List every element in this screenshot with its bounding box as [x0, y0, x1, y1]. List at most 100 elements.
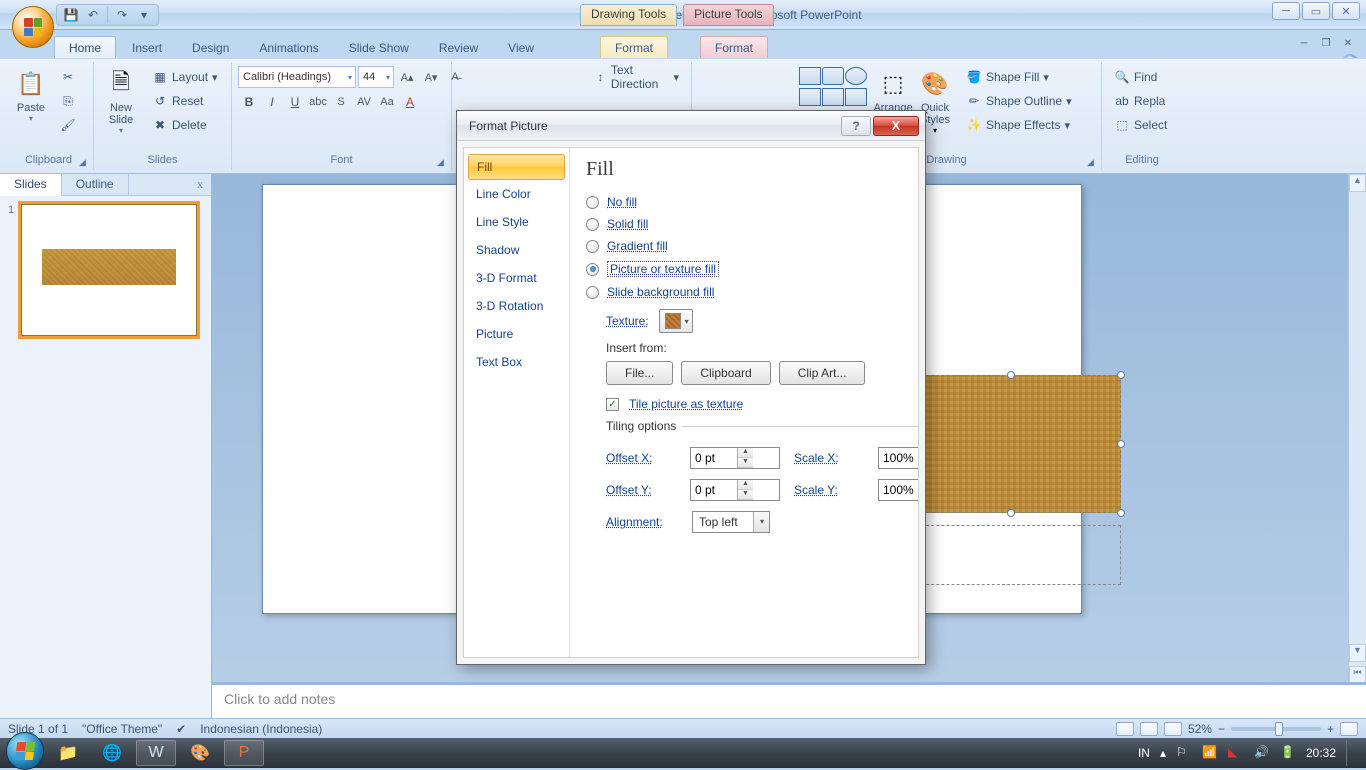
slide-thumbnail-1[interactable] — [21, 204, 197, 336]
nav-picture[interactable]: Picture — [464, 320, 569, 348]
layout-button[interactable]: ▦Layout ▾ — [146, 66, 224, 88]
undo-button[interactable]: ↶ — [83, 6, 103, 24]
insert-file-button[interactable]: File... — [606, 361, 673, 385]
radio-solid-fill[interactable]: Solid fill — [586, 217, 902, 231]
scale-x-input[interactable]: ▲▼ — [878, 447, 918, 469]
replace-button[interactable]: abRepla — [1108, 90, 1173, 112]
save-button[interactable]: 💾 — [61, 6, 81, 24]
zoom-slider[interactable] — [1231, 727, 1321, 731]
office-button[interactable] — [12, 6, 54, 48]
new-slide-button[interactable]: 🗎 New Slide ▾ — [100, 66, 142, 137]
insert-clipboard-button[interactable]: Clipboard — [681, 361, 770, 385]
shadow-button[interactable]: S — [330, 91, 352, 113]
tray-network-icon[interactable]: 📶 — [1202, 745, 1218, 761]
scale-y-input[interactable]: ▲▼ — [878, 479, 918, 501]
font-size-combo[interactable]: 44 — [358, 66, 394, 88]
doc-minimize[interactable]: ─ — [1294, 36, 1314, 50]
status-language[interactable]: Indonesian (Indonesia) — [200, 722, 322, 736]
nav-3d-rotation[interactable]: 3-D Rotation — [464, 292, 569, 320]
drawing-launcher[interactable]: ◢ — [1087, 157, 1099, 169]
fit-to-window[interactable] — [1340, 722, 1358, 736]
tab-design[interactable]: Design — [178, 37, 243, 58]
select-button[interactable]: ⬚Select — [1108, 114, 1173, 136]
shape-fill-button[interactable]: 🪣Shape Fill ▾ — [960, 66, 1078, 88]
taskbar-paint[interactable]: 🎨 — [180, 740, 220, 766]
close-button[interactable]: ✕ — [1332, 2, 1360, 20]
offset-y-input[interactable]: ▲▼ — [690, 479, 780, 501]
redo-button[interactable]: ↷ — [112, 6, 132, 24]
scroll-up[interactable]: ▲ — [1349, 174, 1366, 192]
tab-drawing-format[interactable]: Format — [600, 36, 668, 58]
scroll-down[interactable]: ▼ — [1349, 644, 1366, 662]
texture-picker[interactable] — [659, 309, 693, 333]
tray-clock[interactable]: 20:32 — [1306, 746, 1336, 760]
offset-x-input[interactable]: ▲▼ — [690, 447, 780, 469]
doc-close[interactable]: ✕ — [1338, 36, 1358, 50]
maximize-button[interactable]: ▭ — [1302, 2, 1330, 20]
minimize-button[interactable]: ─ — [1272, 2, 1300, 20]
case-button[interactable]: Aa — [376, 91, 398, 113]
tray-lang[interactable]: IN — [1138, 746, 1150, 760]
sorter-view-button[interactable] — [1140, 722, 1158, 736]
tab-insert[interactable]: Insert — [118, 37, 176, 58]
find-button[interactable]: 🔍Find — [1108, 66, 1173, 88]
outline-tab[interactable]: Outline — [62, 174, 129, 195]
italic-button[interactable]: I — [261, 91, 283, 113]
clipboard-launcher[interactable]: ◢ — [79, 157, 91, 169]
shrink-font[interactable]: A▾ — [420, 66, 442, 88]
radio-slide-bg-fill[interactable]: Slide background fill — [586, 285, 902, 299]
tab-home[interactable]: Home — [54, 36, 116, 58]
slideshow-view-button[interactable] — [1164, 722, 1182, 736]
font-name-combo[interactable]: Calibri (Headings) — [238, 66, 356, 88]
taskbar-ie[interactable]: 🌐 — [92, 740, 132, 766]
radio-gradient-fill[interactable]: Gradient fill — [586, 239, 902, 253]
taskbar-word[interactable]: W — [136, 740, 176, 766]
copy-button[interactable]: ⎘ — [54, 90, 82, 112]
zoom-out[interactable]: − — [1218, 722, 1225, 736]
shape-effects-button[interactable]: ✨Shape Effects ▾ — [960, 114, 1078, 136]
text-direction-button[interactable]: ↕Text Direction ▾ — [588, 66, 685, 88]
tab-animations[interactable]: Animations — [245, 37, 332, 58]
strike-button[interactable]: abc — [307, 91, 329, 113]
tray-flag-icon[interactable]: ⚐ — [1176, 745, 1192, 761]
taskbar-powerpoint[interactable]: P — [224, 740, 264, 766]
dialog-help-button[interactable]: ? — [841, 116, 871, 136]
radio-no-fill[interactable]: No fill — [586, 195, 902, 209]
nav-3d-format[interactable]: 3-D Format — [464, 264, 569, 292]
cut-button[interactable]: ✂ — [54, 66, 82, 88]
show-desktop[interactable] — [1346, 740, 1354, 766]
underline-button[interactable]: U — [284, 91, 306, 113]
normal-view-button[interactable] — [1116, 722, 1134, 736]
tab-slideshow[interactable]: Slide Show — [335, 37, 423, 58]
selected-shape[interactable] — [901, 375, 1121, 513]
notes-pane[interactable]: Click to add notes — [212, 682, 1366, 718]
tray-show-hidden[interactable]: ▴ — [1160, 746, 1166, 760]
spacing-button[interactable]: AV — [353, 91, 375, 113]
radio-picture-fill[interactable]: Picture or texture fill — [586, 261, 902, 277]
doc-restore[interactable]: ❐ — [1316, 36, 1336, 50]
panel-close[interactable]: x — [189, 174, 211, 195]
tab-review[interactable]: Review — [425, 37, 492, 58]
dialog-title-bar[interactable]: Format Picture ? X — [457, 111, 925, 141]
zoom-in[interactable]: + — [1327, 722, 1334, 736]
shapes-gallery[interactable] — [798, 66, 866, 107]
nav-line-style[interactable]: Line Style — [464, 208, 569, 236]
nav-text-box[interactable]: Text Box — [464, 348, 569, 376]
grow-font[interactable]: A▴ — [396, 66, 418, 88]
tray-battery-icon[interactable]: 🔋 — [1280, 745, 1296, 761]
placeholder-box[interactable] — [901, 525, 1121, 585]
font-color-button[interactable]: A — [399, 91, 421, 113]
shape-outline-button[interactable]: ✏Shape Outline ▾ — [960, 90, 1078, 112]
tile-checkbox[interactable]: ✓ — [606, 398, 619, 411]
font-launcher[interactable]: ◢ — [437, 157, 449, 169]
nav-fill[interactable]: Fill — [468, 154, 565, 180]
bold-button[interactable]: B — [238, 91, 260, 113]
vertical-scrollbar[interactable]: ▲ ▼ ⏮ ⏭ — [1348, 174, 1366, 718]
dialog-close-button[interactable]: X — [873, 116, 919, 136]
delete-button[interactable]: ✖Delete — [146, 114, 224, 136]
alignment-combo[interactable]: Top left▾ — [692, 511, 770, 533]
nav-line-color[interactable]: Line Color — [464, 180, 569, 208]
format-painter-button[interactable]: 🖌 — [54, 114, 82, 136]
spellcheck-icon[interactable]: ✔ — [176, 722, 186, 736]
start-button[interactable] — [6, 732, 44, 770]
